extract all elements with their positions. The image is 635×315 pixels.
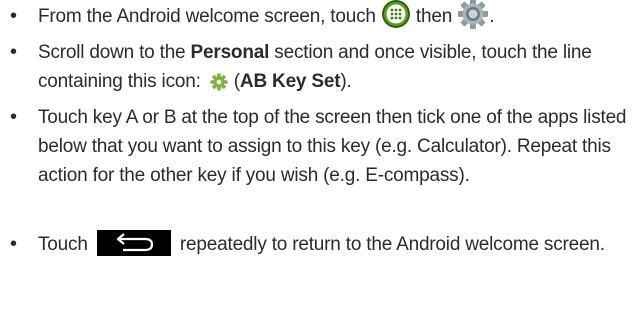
step-3-text: Touch key A or B at the top of the scree… bbox=[38, 107, 627, 186]
small-gear-icon bbox=[210, 71, 228, 91]
settings-gear-icon bbox=[457, 0, 489, 30]
bullet: • bbox=[10, 41, 18, 63]
step-2-paren-close: ). bbox=[340, 71, 352, 92]
ab-key-set-label: AB Key Set bbox=[239, 71, 341, 92]
list-item-step-3: • Touch key A or B at the top of the scr… bbox=[10, 103, 630, 223]
step-1-text-before: From the Android welcome screen, touch bbox=[38, 6, 376, 27]
bullet: • bbox=[10, 106, 18, 128]
instructions-page: • From the Android welcome screen, touch bbox=[0, 0, 635, 315]
step-1-text-after: . bbox=[489, 6, 495, 27]
back-arrow-icon bbox=[96, 229, 171, 256]
bullet: • bbox=[10, 233, 18, 255]
step-1-text: From the Android welcome screen, touch t… bbox=[38, 0, 635, 31]
step-4-text-before: Touch bbox=[38, 234, 88, 255]
list-item-step-1: • From the Android welcome screen, touch bbox=[10, 0, 630, 34]
bullet: • bbox=[10, 5, 18, 27]
step-2-text: Scroll down to the Personal section and … bbox=[38, 38, 635, 96]
apps-drawer-icon bbox=[381, 0, 411, 29]
step-1-text-middle: then bbox=[415, 6, 453, 27]
step-4-text-after: repeatedly to return to the Android welc… bbox=[179, 234, 605, 255]
step-4-text: Touch repeatedly to return to the Androi… bbox=[38, 229, 635, 259]
list-item-step-2: • Scroll down to the Personal section an… bbox=[10, 38, 630, 100]
personal-section-label: Personal bbox=[190, 42, 270, 63]
step-2-text-before: Scroll down to the bbox=[38, 42, 186, 63]
list-item-step-4: • Touch repeatedly to return to the Andr… bbox=[10, 229, 630, 292]
